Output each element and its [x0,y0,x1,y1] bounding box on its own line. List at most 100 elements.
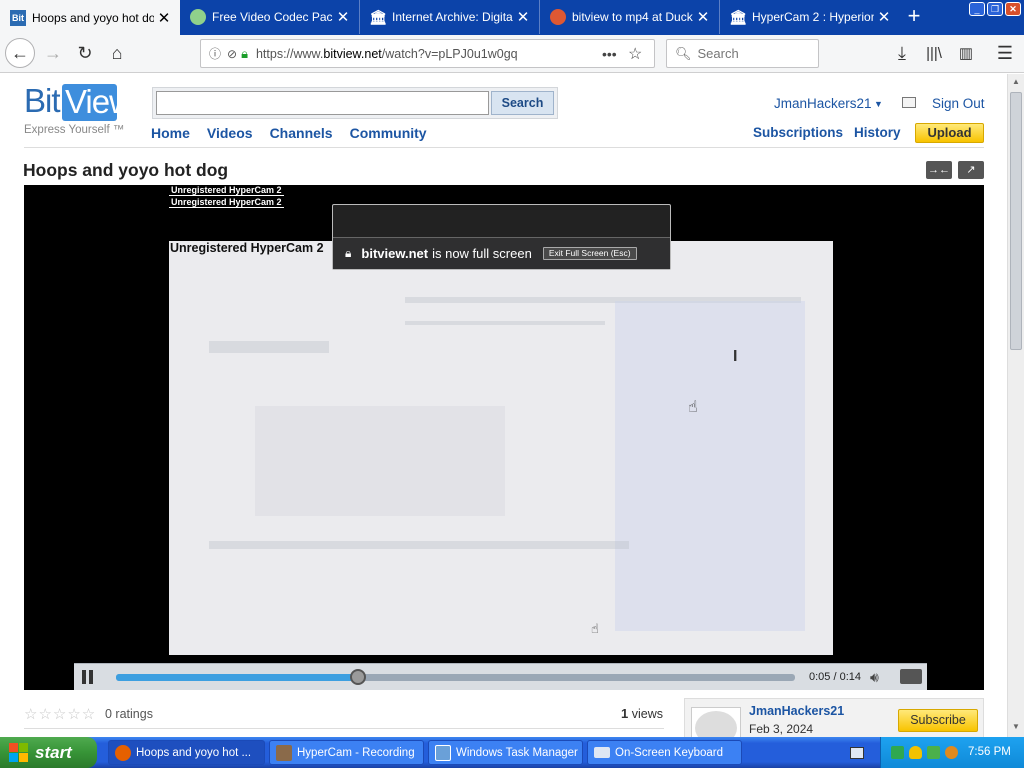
page-scrollbar[interactable]: ▲ ▼ [1007,74,1024,737]
security-shield-icon[interactable] [909,746,922,759]
ratings-count: 0 ratings [105,707,153,721]
close-icon[interactable]: ✕ [513,8,533,26]
start-button[interactable]: start [0,737,97,768]
tray-app-icon[interactable] [891,746,904,759]
nav-home[interactable]: Home [151,125,190,141]
network-icon[interactable] [927,746,940,759]
view-count: 1 views [621,706,663,721]
archive-favicon-icon: 🏛 [729,8,747,25]
logo-bit: Bit [24,82,61,119]
back-button[interactable]: ← [5,38,35,68]
scroll-thumb[interactable] [1010,92,1022,350]
seek-handle[interactable] [350,669,367,685]
system-tray: 7:56 PM [880,737,1024,768]
subscribe-button[interactable]: Subscribe [898,709,978,732]
logo-tagline: Express Yourself ™ [24,124,125,136]
archive-favicon-icon: 🏛 [369,8,387,25]
task-label: HyperCam - Recording [297,746,415,759]
new-tab-button[interactable]: + [900,2,928,30]
search-tray-icon[interactable] [945,746,958,759]
mail-icon[interactable] [902,97,916,108]
taskbar-item-browser[interactable]: Hoops and yoyo hot ... [108,740,265,765]
close-icon[interactable]: ✕ [154,9,174,27]
codec-favicon-icon [190,9,206,25]
tab-hypercam-archive[interactable]: 🏛 HyperCam 2 : Hyperioni ✕ [720,0,900,34]
lock-icon: 🔒︎ [345,246,352,260]
fullscreen-domain: bitview.net [361,246,429,261]
download-icon[interactable]: ⤓ [887,38,917,68]
minimize-window-button[interactable]: _ [969,2,985,16]
video-title: Hoops and yoyo hot dog [23,160,229,180]
close-window-button[interactable]: ✕ [1005,2,1021,16]
chevron-down-icon[interactable]: ▼ [874,99,883,109]
upload-date: Feb 3, 2024 [749,722,814,736]
pause-icon[interactable] [82,670,94,684]
keyboard-icon [594,747,610,758]
taskbar-item-hypercam[interactable]: HyperCam - Recording [269,740,424,765]
tab-title: Hoops and yoyo hot dog [32,10,154,25]
url-text[interactable]: https://www.bitview.net/watch?v=pLPJ0u1w… [256,47,602,61]
channel-name-link[interactable]: JmanHackers21 [749,704,844,718]
info-icon[interactable]: ⓘ [209,45,227,62]
upload-button[interactable]: Upload [915,123,984,143]
tab-free-video-codec[interactable]: Free Video Codec Packs ✕ [180,0,360,34]
tab-duckduckgo[interactable]: bitview to mp4 at DuckD ✕ [540,0,720,34]
windows-taskbar: start Hoops and yoyo hot ... HyperCam - … [0,737,1024,768]
hand-cursor-icon: ☝︎ [591,621,599,636]
page-actions-icon[interactable]: ••• [602,46,628,62]
taskbar-item-keyboard[interactable]: On-Screen Keyboard [587,740,742,765]
scroll-up-icon[interactable]: ▲ [1010,77,1022,89]
start-label: start [35,742,72,762]
subscriptions-link[interactable]: Subscriptions [753,125,843,140]
close-icon[interactable]: ✕ [333,8,353,26]
nav-community[interactable]: Community [350,125,427,141]
scroll-down-icon[interactable]: ▼ [1010,722,1022,734]
volume-icon[interactable]: 🔊︎ [870,669,879,686]
tab-title: Internet Archive: Digital [392,10,513,24]
seek-bar[interactable] [116,669,795,685]
fullscreen-icon[interactable] [900,669,922,684]
rating-stars[interactable]: ☆☆☆☆☆ [24,705,96,723]
bookmark-star-icon[interactable]: ☆ [628,44,654,64]
menu-icon[interactable]: ☰ [990,38,1020,68]
video-player[interactable]: Unregistered HyperCam 2 Unregistered Hyp… [24,185,984,690]
home-icon[interactable]: ⌂ [102,38,132,68]
browser-search-field[interactable]: 🔍︎ Search [666,39,819,68]
shrink-player-icon[interactable]: →← [926,161,952,179]
close-icon[interactable]: ✕ [874,8,894,26]
site-search-input[interactable] [156,91,489,115]
library-icon[interactable]: |||\ [919,38,949,68]
avatar[interactable] [691,707,741,737]
keyboard-icon[interactable] [850,747,864,759]
fullscreen-notice: 🔒︎ bitview.net is now full screen Exit F… [332,204,671,270]
forward-button[interactable]: → [38,38,68,68]
popout-icon[interactable]: ↗ [958,161,984,179]
tab-internet-archive[interactable]: 🏛 Internet Archive: Digital ✕ [360,0,540,34]
close-icon[interactable]: ✕ [693,8,713,26]
sign-out-link[interactable]: Sign Out [932,96,985,111]
site-search-button[interactable]: Search [491,91,554,115]
nav-videos[interactable]: Videos [207,125,253,141]
history-link[interactable]: History [854,125,901,140]
browser-toolbar: ← → ↻ ⌂ ⓘ ⊘ 🔒︎ https://www.bitview.net/w… [0,35,1024,73]
username-link[interactable]: JmanHackers21 [774,96,872,111]
nav-channels[interactable]: Channels [270,125,333,141]
restore-window-button[interactable]: ❐ [987,2,1003,16]
tracking-protection-icon[interactable]: ⊘ [227,47,237,61]
tab-title: HyperCam 2 : Hyperioni [752,10,874,24]
watermark-small: Unregistered HyperCam 2 [169,185,284,196]
sidebar-icon[interactable]: ▥ [951,38,981,68]
player-controls: 0:05 / 0:14 🔊︎ [74,663,927,690]
firefox-icon [115,744,131,761]
task-label: On-Screen Keyboard [615,746,724,759]
text-cursor-icon: I [733,348,738,365]
tab-hoops-and-yoyo[interactable]: Bit Hoops and yoyo hot dog ✕ [0,0,180,35]
bitview-favicon-icon: Bit [10,9,26,26]
clock[interactable]: 7:56 PM [968,746,1011,758]
exit-fullscreen-button[interactable]: Exit Full Screen (Esc) [542,247,637,260]
task-manager-icon [435,744,451,761]
lock-icon[interactable]: 🔒︎ [241,46,248,62]
url-bar[interactable]: ⓘ ⊘ 🔒︎ https://www.bitview.net/watch?v=p… [200,39,655,68]
reload-button[interactable]: ↻ [70,38,100,68]
taskbar-item-task-manager[interactable]: Windows Task Manager [428,740,583,765]
